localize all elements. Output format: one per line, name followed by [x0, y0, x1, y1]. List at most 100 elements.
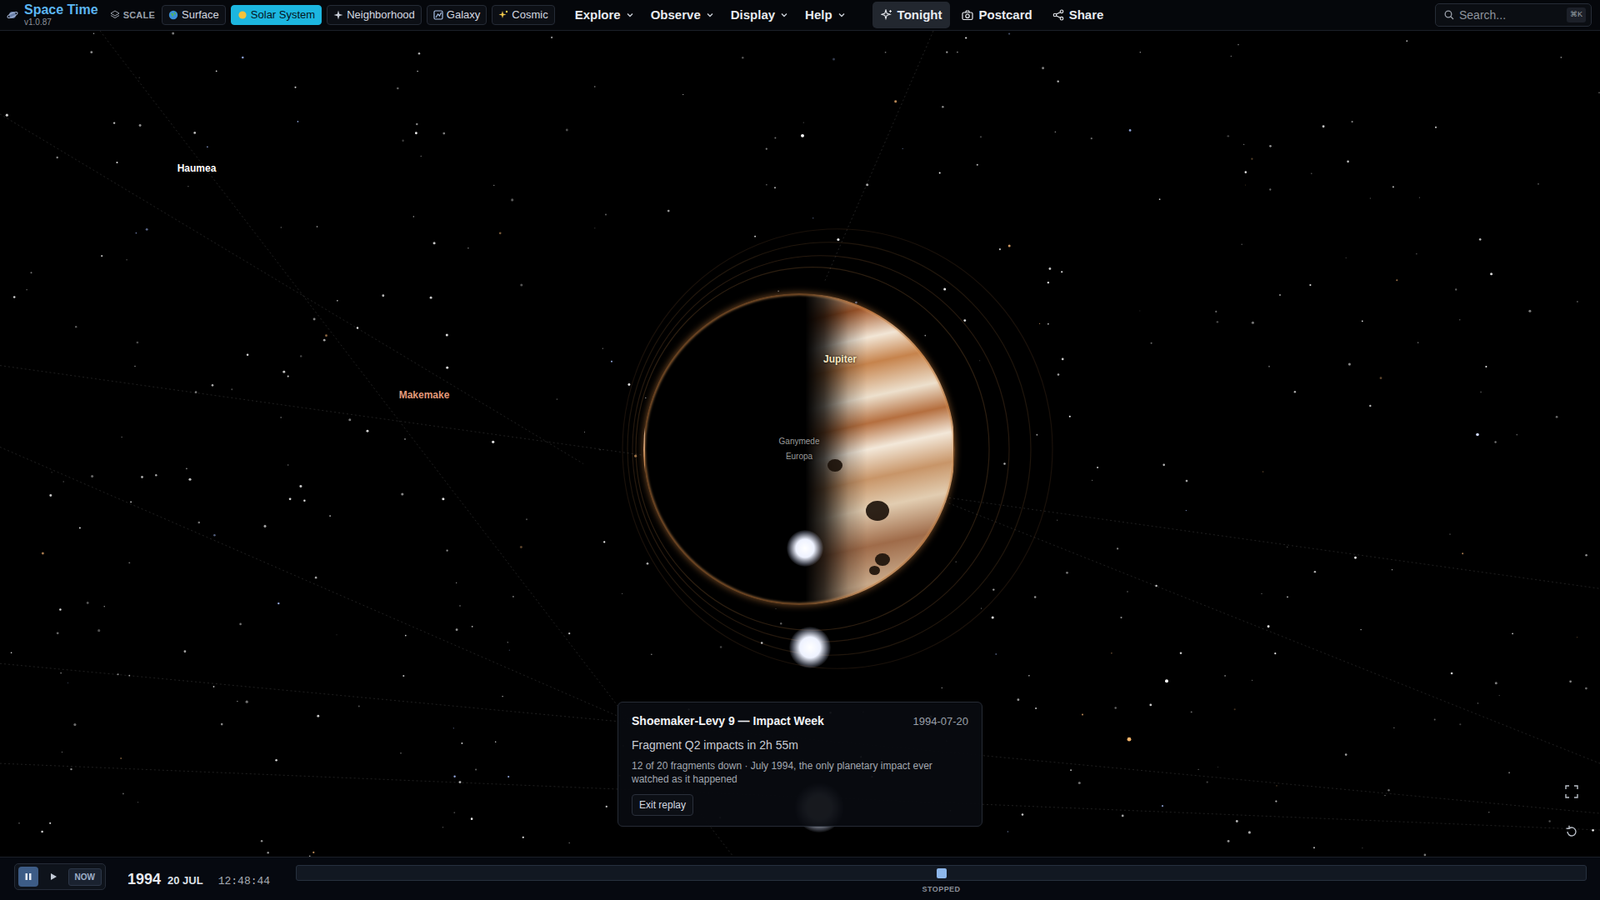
layers-icon	[110, 10, 120, 20]
star	[803, 122, 805, 124]
star	[287, 464, 290, 465]
now-button[interactable]: NOW	[68, 868, 102, 886]
share-icon	[1052, 9, 1065, 21]
star	[1262, 471, 1264, 473]
scale-button[interactable]: Surface	[161, 5, 226, 26]
action-button[interactable]: Share	[1044, 1, 1113, 30]
star	[1511, 632, 1514, 635]
star	[1003, 462, 1005, 465]
star	[602, 348, 604, 350]
star	[1345, 753, 1348, 756]
star	[128, 561, 130, 564]
star	[1461, 552, 1464, 555]
star	[1537, 183, 1539, 185]
menu[interactable]: Observe	[642, 2, 723, 29]
fullscreen-button[interactable]	[1561, 781, 1582, 802]
star	[70, 768, 72, 770]
star	[246, 354, 250, 357]
star	[1047, 323, 1050, 325]
star	[260, 840, 263, 842]
star	[1149, 703, 1152, 706]
star	[1485, 365, 1487, 368]
star	[1576, 636, 1578, 638]
star	[18, 822, 20, 824]
star	[1065, 571, 1069, 575]
star	[145, 228, 149, 231]
exit-replay-button[interactable]: Exit replay	[631, 794, 694, 816]
action-bar: TonightPostcardShare	[872, 1, 1113, 30]
star	[184, 650, 187, 653]
menu[interactable]: Display	[722, 2, 797, 29]
sky-view[interactable]: HaumeaMakemakeJupiterGanymedeEuropaShoem…	[0, 30, 1600, 857]
star	[171, 32, 175, 35]
star	[61, 751, 63, 753]
body-label[interactable]: Haumea	[177, 160, 217, 176]
sun-icon	[237, 10, 248, 20]
star	[1245, 184, 1246, 185]
star	[955, 560, 957, 562]
star	[316, 715, 320, 718]
star	[1248, 830, 1251, 834]
star	[1395, 279, 1398, 281]
star	[289, 497, 292, 500]
star	[267, 851, 270, 854]
app-title: Space Time	[24, 3, 99, 17]
timeline: STOPPED	[295, 863, 1587, 899]
moon-shadow	[875, 553, 890, 566]
pause-button[interactable]	[18, 866, 39, 887]
star	[1387, 789, 1390, 791]
star	[445, 550, 448, 552]
star	[1555, 415, 1559, 419]
body-label[interactable]: Jupiter	[823, 351, 857, 367]
app-version: v1.0.87	[24, 18, 99, 27]
scale-button[interactable]: Neighborhood	[326, 5, 422, 26]
menu[interactable]: Explore	[566, 2, 643, 29]
body-label[interactable]: Makemake	[399, 387, 450, 403]
star	[1237, 44, 1240, 46]
star	[765, 148, 768, 150]
star	[134, 365, 135, 367]
star	[720, 645, 723, 648]
logo[interactable]: Space Timev1.0.87	[6, 3, 99, 27]
scale-button[interactable]: Cosmic	[491, 5, 555, 26]
star	[1351, 120, 1354, 123]
star	[59, 608, 61, 610]
star	[1061, 358, 1065, 361]
star	[1346, 160, 1350, 164]
body-label[interactable]: Ganymede	[779, 435, 820, 448]
action-button[interactable]: Tonight	[872, 1, 951, 30]
star	[300, 355, 302, 357]
scale-button[interactable]: Solar System	[230, 5, 322, 26]
star	[568, 842, 570, 844]
star	[1455, 288, 1457, 290]
reset-view-button[interactable]	[1561, 821, 1582, 842]
star	[239, 623, 242, 626]
star	[1345, 257, 1347, 259]
star	[1310, 172, 1312, 174]
star	[404, 438, 406, 440]
star	[491, 440, 495, 444]
star	[1235, 820, 1239, 823]
star	[1548, 820, 1550, 822]
play-button[interactable]	[43, 866, 64, 887]
timeline-thumb[interactable]	[936, 868, 947, 879]
star	[453, 811, 455, 814]
action-button[interactable]: Postcard	[953, 1, 1040, 30]
star	[1078, 781, 1081, 785]
star	[1488, 811, 1490, 813]
star	[1424, 854, 1427, 857]
body-label[interactable]: Europa	[785, 450, 813, 463]
scale-button[interactable]: Galaxy	[426, 5, 487, 26]
star	[459, 605, 461, 607]
star	[1251, 680, 1253, 681]
moon[interactable]	[789, 626, 831, 669]
star	[965, 36, 967, 39]
star	[312, 851, 315, 854]
menu[interactable]: Help	[796, 2, 855, 29]
search-input[interactable]	[1459, 6, 1562, 25]
moon[interactable]	[786, 530, 824, 567]
chevron-down-icon	[837, 10, 846, 20]
app: Space Timev1.0.87SCALESurfaceSolar Syste…	[0, 0, 1600, 900]
star	[1245, 170, 1248, 174]
timeline-track[interactable]	[295, 865, 1587, 881]
